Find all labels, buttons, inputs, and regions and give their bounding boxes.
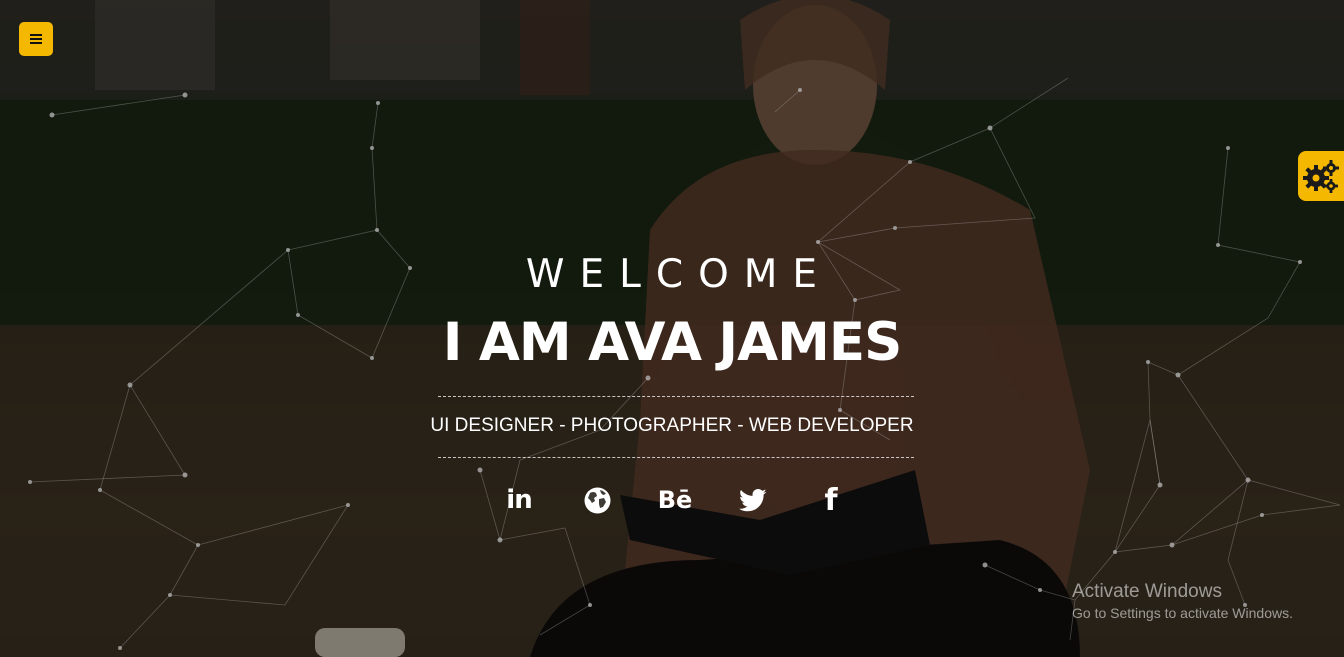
social-links: in Bē f — [0, 482, 1344, 518]
hero-section: WELCOME I AM AVA JAMES UI DESIGNER - PHO… — [0, 0, 1344, 657]
website-link[interactable] — [581, 482, 613, 518]
linkedin-link[interactable]: in — [503, 482, 535, 518]
hamburger-menu-icon — [30, 34, 42, 44]
watermark-title: Activate Windows — [1072, 581, 1222, 602]
watermark-subtitle: Go to Settings to activate Windows. — [1072, 605, 1293, 621]
gears-icon — [1303, 160, 1339, 193]
dashed-divider-top — [438, 396, 914, 397]
dashed-divider-bottom — [438, 457, 914, 458]
hero-name-title: I AM AVA JAMES — [442, 312, 903, 373]
hero-roles: UI DESIGNER - PHOTOGRAPHER - WEB DEVELOP… — [430, 415, 914, 436]
menu-toggle-button[interactable] — [19, 22, 53, 56]
windows-activation-watermark: Activate Windows Go to Settings to activ… — [1072, 580, 1293, 622]
theme-settings-button[interactable] — [1298, 151, 1344, 201]
facebook-link[interactable]: f — [815, 482, 847, 518]
twitter-link[interactable] — [737, 482, 769, 518]
facebook-icon: f — [824, 482, 838, 518]
behance-link[interactable]: Bē — [657, 482, 693, 518]
welcome-heading: WELCOME — [525, 252, 833, 297]
behance-icon: Bē — [657, 486, 693, 514]
linkedin-icon: in — [506, 485, 532, 515]
twitter-icon — [739, 488, 767, 511]
globe-icon — [584, 487, 610, 513]
